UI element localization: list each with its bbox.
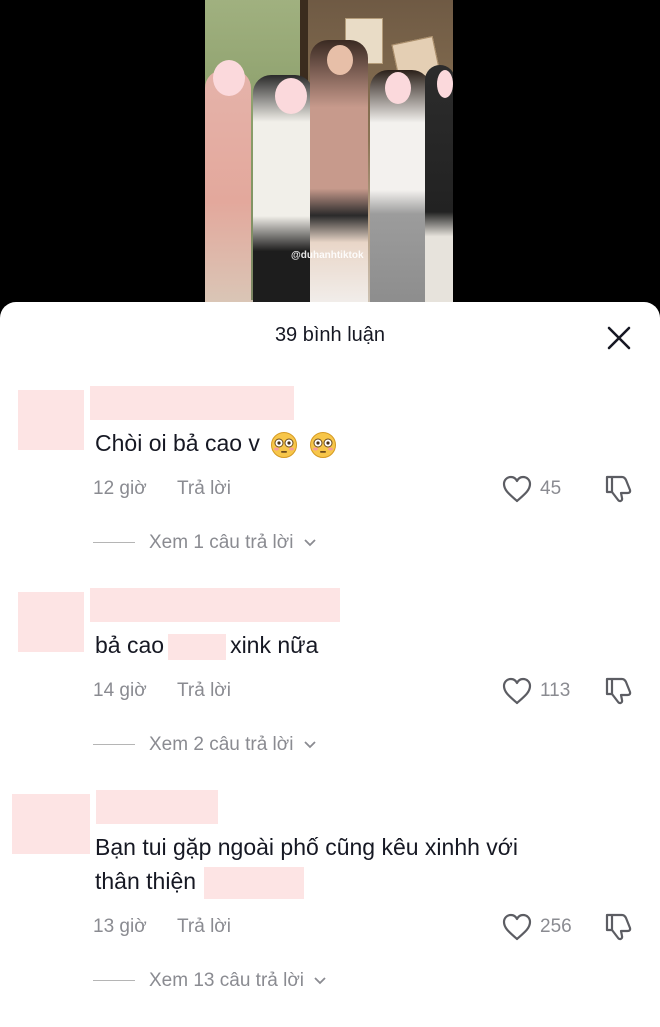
divider-line bbox=[93, 542, 135, 544]
dislike-icon[interactable] bbox=[603, 674, 635, 706]
comment-item: Chòi oi bả cao v 12 giờ Trả lời 45 Xem 1… bbox=[0, 386, 660, 566]
blurred-face bbox=[213, 60, 245, 96]
comment-text-line: thân thiện bbox=[95, 868, 197, 894]
comment-time: 14 giờ bbox=[93, 680, 147, 701]
comment-text-line: Bạn tui gặp ngoài phố cũng kêu xinhh với bbox=[95, 834, 518, 860]
comment-text: Bạn tui gặp ngoài phố cũng kêu xinhh với… bbox=[95, 830, 518, 899]
comment-time: 13 giờ bbox=[93, 916, 147, 937]
avatar[interactable] bbox=[18, 592, 84, 652]
view-replies-label: Xem 13 câu trả lời bbox=[149, 970, 305, 991]
like-count: 256 bbox=[540, 916, 572, 937]
view-replies-button[interactable]: Xem 13 câu trả lời bbox=[93, 970, 327, 992]
comments-header: 39 bình luận bbox=[0, 302, 660, 372]
redacted-text bbox=[168, 633, 227, 660]
video-thumbnail[interactable]: @duhanhtiktok bbox=[205, 0, 453, 310]
blurred-face bbox=[437, 70, 453, 98]
flushed-face-emoji-icon bbox=[309, 431, 336, 458]
chevron-down-icon bbox=[304, 741, 316, 749]
comment-text-content: xink nữa bbox=[230, 632, 319, 658]
reply-button[interactable]: Trả lời bbox=[177, 680, 231, 702]
like-count: 45 bbox=[540, 478, 562, 499]
username-redacted[interactable] bbox=[96, 790, 218, 824]
avatar[interactable] bbox=[12, 794, 90, 854]
comment-text: bả cao xink nữa bbox=[95, 628, 318, 662]
heart-icon[interactable] bbox=[501, 676, 533, 706]
video-person bbox=[205, 70, 251, 310]
comment-item: Bạn tui gặp ngoài phố cũng kêu xinhh với… bbox=[0, 790, 660, 1010]
face bbox=[327, 45, 353, 75]
comment-text: Chòi oi bả cao v bbox=[95, 426, 337, 460]
video-person bbox=[425, 65, 453, 310]
comment-time: 12 giờ bbox=[93, 478, 147, 499]
heart-icon[interactable] bbox=[501, 474, 533, 504]
comment-text-content: Chòi oi bả cao v bbox=[95, 430, 260, 456]
view-replies-label: Xem 1 câu trả lời bbox=[149, 532, 294, 553]
divider-line bbox=[93, 980, 135, 982]
blurred-face bbox=[385, 72, 411, 104]
close-button[interactable] bbox=[603, 322, 635, 354]
reply-button[interactable]: Trả lời bbox=[177, 916, 231, 938]
video-person bbox=[370, 70, 430, 310]
comment-text-content: bả cao bbox=[95, 632, 165, 658]
chevron-down-icon bbox=[304, 539, 316, 547]
comment-item: bả cao xink nữa 14 giờ Trả lời 113 Xem 2 … bbox=[0, 588, 660, 768]
blurred-face bbox=[275, 78, 307, 114]
chevron-down-icon bbox=[314, 977, 326, 985]
view-replies-label: Xem 2 câu trả lời bbox=[149, 734, 294, 755]
comments-sheet: 39 bình luận Chòi oi bả cao v 12 giờ Trả… bbox=[0, 302, 660, 1027]
redacted-text bbox=[204, 866, 305, 899]
divider-line bbox=[93, 744, 135, 746]
close-icon bbox=[607, 326, 631, 350]
view-replies-button[interactable]: Xem 1 câu trả lời bbox=[93, 532, 317, 554]
comments-count-title: 39 bình luận bbox=[274, 324, 386, 346]
heart-icon[interactable] bbox=[501, 912, 533, 942]
dislike-icon[interactable] bbox=[603, 910, 635, 942]
video-person bbox=[310, 40, 368, 310]
video-area[interactable]: @duhanhtiktok bbox=[0, 0, 660, 320]
like-count: 113 bbox=[540, 680, 571, 701]
view-replies-button[interactable]: Xem 2 câu trả lời bbox=[93, 734, 317, 756]
dislike-icon[interactable] bbox=[603, 472, 635, 504]
reply-button[interactable]: Trả lời bbox=[177, 478, 231, 500]
flushed-face-emoji-icon bbox=[271, 431, 298, 458]
video-watermark: @duhanhtiktok bbox=[291, 250, 364, 261]
username-redacted[interactable] bbox=[90, 588, 340, 622]
avatar[interactable] bbox=[18, 390, 84, 450]
username-redacted[interactable] bbox=[90, 386, 294, 420]
